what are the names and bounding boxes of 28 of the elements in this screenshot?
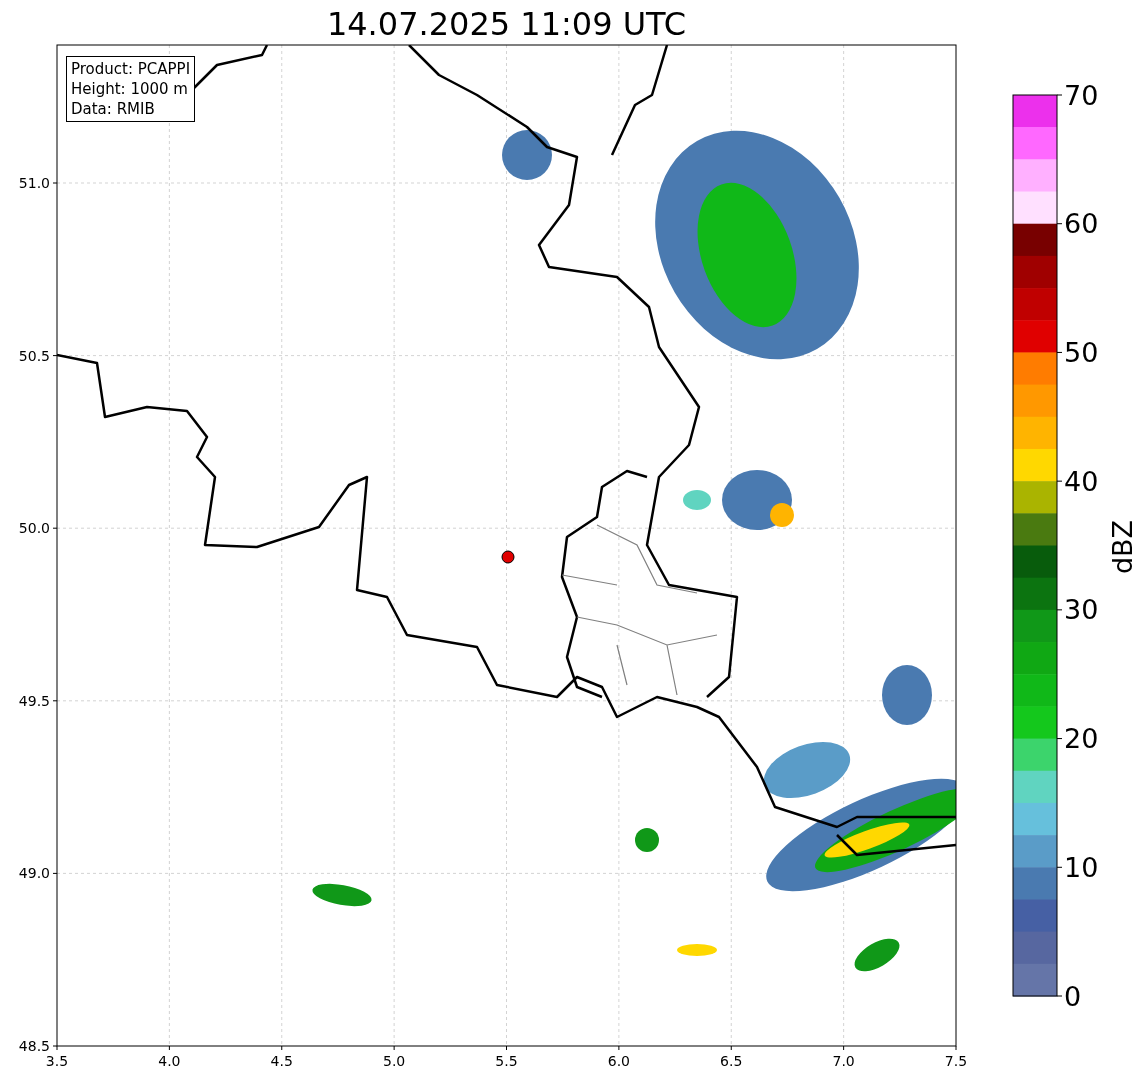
axis-tick-label: 51.0 (18, 175, 50, 191)
axis-tick-label: 49.5 (18, 692, 50, 709)
colorbar-tick-label: 50 (1064, 336, 1099, 368)
info-line: Height: 1000 m (71, 79, 189, 99)
info-line: Data: RMIB (71, 99, 156, 119)
axis-tick-label: 7.0 (832, 1053, 855, 1069)
axis-tick-label: 7.5 (944, 1053, 968, 1069)
axis-tick-label: 49.0 (18, 865, 50, 882)
axis-tick-label: 5.5 (495, 1053, 518, 1069)
colorbar-label: dBZ (1106, 519, 1138, 575)
colorbar-tick-label: 10 (1064, 851, 1099, 883)
axis-tick-label: 48.5 (18, 1038, 50, 1054)
axis-tick-label: 4.5 (270, 1053, 293, 1069)
colorbar-tick-label: 30 (1064, 594, 1099, 626)
axis-tick-label: 4.0 (158, 1053, 181, 1069)
axis-tick-label: 50.5 (18, 347, 50, 364)
axis-tick-label: 3.5 (45, 1053, 69, 1069)
colorbar-tick-label: 40 (1064, 465, 1099, 497)
chart-title: 14.07.2025 11:09 UTC (325, 4, 688, 44)
axis-tick-label: 5.0 (383, 1053, 406, 1069)
colorbar-tick-label: 20 (1064, 723, 1099, 755)
axis-tick-label: 50.0 (18, 520, 50, 537)
colorbar-tick-label: 60 (1064, 208, 1099, 240)
axis-tick-label: 6.5 (720, 1053, 743, 1069)
info-line: Product: PCAPPI (71, 59, 191, 79)
axis-tick-label: 6.0 (607, 1053, 630, 1069)
colorbar-tick-label: 70 (1064, 79, 1099, 111)
colorbar-tick-label: 0 (1064, 980, 1082, 1012)
